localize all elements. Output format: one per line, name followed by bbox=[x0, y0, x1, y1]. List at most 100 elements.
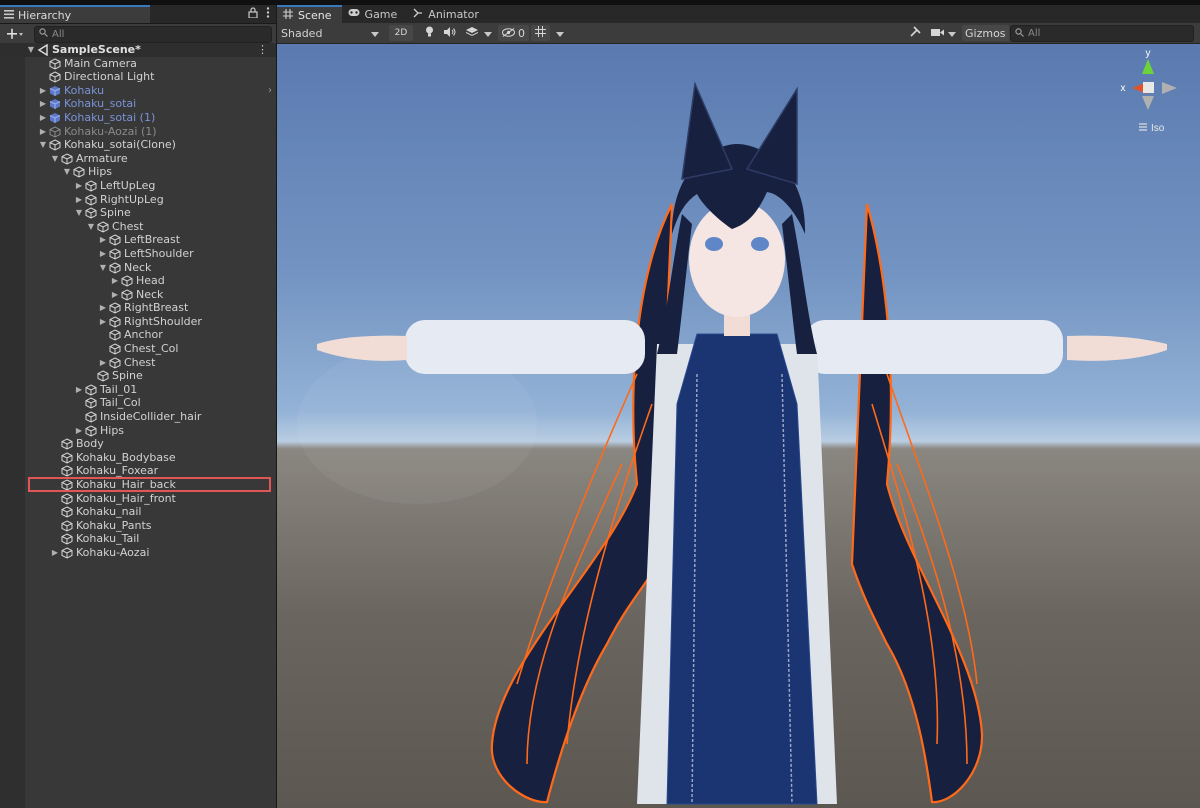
expand-arrow-closed-icon[interactable]: ▶ bbox=[98, 315, 108, 329]
expand-arrow-closed-icon[interactable]: ▶ bbox=[38, 97, 48, 111]
hierarchy-row[interactable]: ▶ Neck bbox=[0, 288, 276, 302]
tab-animator[interactable]: Animator bbox=[407, 5, 489, 23]
hierarchy-search-input[interactable]: All bbox=[34, 25, 272, 43]
hierarchy-row[interactable]: ▶ Kohaku-Aozai bbox=[0, 546, 276, 560]
hierarchy-row[interactable]: ▶ LeftBreast bbox=[0, 233, 276, 247]
audio-toggle-button[interactable] bbox=[440, 25, 460, 41]
scene-root-row[interactable]: ▼ SampleScene* ⋮ bbox=[0, 43, 276, 57]
effects-dropdown[interactable] bbox=[462, 25, 496, 41]
expand-arrow-closed-icon[interactable]: ▶ bbox=[50, 546, 60, 560]
expand-arrow-closed-icon[interactable]: ▶ bbox=[98, 247, 108, 261]
hierarchy-row[interactable]: ▶ LeftUpLeg bbox=[0, 179, 276, 193]
gameobject-cube-icon bbox=[109, 234, 121, 246]
expand-arrow-closed-icon[interactable]: ▶ bbox=[74, 424, 84, 438]
hierarchy-row[interactable]: ▶ RightShoulder bbox=[0, 315, 276, 329]
hierarchy-row[interactable]: Body bbox=[0, 437, 276, 451]
hierarchy-row[interactable]: Anchor bbox=[0, 328, 276, 342]
lighting-toggle-button[interactable] bbox=[421, 25, 438, 41]
hierarchy-row[interactable]: ▶ Hips bbox=[0, 424, 276, 438]
expand-arrow-open-icon[interactable]: ▼ bbox=[74, 206, 84, 220]
hierarchy-row[interactable]: Directional Light bbox=[0, 70, 276, 84]
2d-toggle-button[interactable]: 2D bbox=[389, 25, 413, 41]
hierarchy-row[interactable]: Kohaku_Pants bbox=[0, 519, 276, 533]
expand-arrow-closed-icon[interactable]: ▶ bbox=[98, 233, 108, 247]
hierarchy-row[interactable]: ▼ Kohaku_sotai(Clone) bbox=[0, 138, 276, 152]
hierarchy-row[interactable]: ▶ RightUpLeg bbox=[0, 193, 276, 207]
expand-arrow-open-icon[interactable]: ▼ bbox=[38, 138, 48, 152]
hierarchy-row[interactable]: ▶ Chest bbox=[0, 356, 276, 370]
hierarchy-row[interactable]: Kohaku_Hair_front bbox=[0, 492, 276, 506]
hierarchy-row[interactable]: ▶ LeftShoulder bbox=[0, 247, 276, 261]
tools-button[interactable] bbox=[906, 25, 925, 41]
grid-options-dropdown[interactable] bbox=[552, 25, 568, 41]
hierarchy-row[interactable]: ▶ Kohaku-Aozai (1) bbox=[0, 125, 276, 139]
expand-arrow-open-icon[interactable]: ▼ bbox=[98, 261, 108, 275]
add-object-button[interactable] bbox=[4, 26, 26, 42]
hierarchy-toolbar: All bbox=[0, 24, 276, 45]
lock-icon[interactable] bbox=[248, 7, 258, 21]
expand-arrow-closed-icon[interactable]: ▶ bbox=[74, 383, 84, 397]
orientation-gizmo[interactable]: y x bbox=[1121, 48, 1178, 110]
scene-menu-icon[interactable]: ⋮ bbox=[257, 43, 268, 57]
gizmo-center-cube[interactable] bbox=[1143, 82, 1154, 93]
tab-game[interactable]: Game bbox=[342, 5, 408, 23]
gizmo-axis-y-neg[interactable] bbox=[1142, 96, 1154, 110]
hierarchy-row[interactable]: ▼ Hips bbox=[0, 165, 276, 179]
expand-arrow-closed-icon[interactable]: ▶ bbox=[110, 274, 120, 288]
kebab-menu-icon[interactable] bbox=[266, 7, 270, 21]
gizmo-axis-x-neg[interactable] bbox=[1162, 82, 1177, 94]
expand-arrow-closed-icon[interactable]: ▶ bbox=[38, 84, 48, 98]
expand-arrow-open-icon[interactable]: ▼ bbox=[62, 165, 72, 179]
expand-arrow-open-icon[interactable]: ▼ bbox=[86, 220, 96, 234]
hierarchy-row[interactable]: ▼ Neck bbox=[0, 261, 276, 275]
gameobject-cube-icon bbox=[85, 397, 97, 409]
hierarchy-row[interactable]: ▶ Kohaku › bbox=[0, 84, 276, 98]
expand-arrow-closed-icon[interactable]: ▶ bbox=[38, 125, 48, 139]
hierarchy-row[interactable]: Main Camera bbox=[0, 57, 276, 71]
projection-toggle[interactable]: Iso bbox=[1139, 123, 1165, 134]
hierarchy-tab-label: Hierarchy bbox=[18, 8, 72, 22]
expand-arrow-closed-icon[interactable]: ▶ bbox=[38, 111, 48, 125]
hierarchy-row-label: Main Camera bbox=[64, 56, 137, 70]
expand-arrow-closed-icon[interactable]: ▶ bbox=[98, 356, 108, 370]
hierarchy-row[interactable]: Kohaku_nail bbox=[0, 505, 276, 519]
tab-scene[interactable]: Scene bbox=[277, 5, 342, 23]
hierarchy-row-label: Chest_Col bbox=[124, 342, 179, 356]
hierarchy-row-label: Spine bbox=[112, 369, 143, 383]
hierarchy-row[interactable]: ▼ Armature bbox=[0, 152, 276, 166]
hierarchy-row[interactable]: Kohaku_Bodybase bbox=[0, 451, 276, 465]
gizmos-dropdown[interactable]: Gizmos bbox=[962, 25, 1009, 41]
scene-viewport[interactable]: y x Iso bbox=[277, 44, 1200, 808]
hierarchy-row[interactable]: ▶ Kohaku_sotai (1) bbox=[0, 111, 276, 125]
hierarchy-row-label: Kohaku_Tail bbox=[76, 532, 140, 546]
hierarchy-row[interactable]: ▼ Spine bbox=[0, 206, 276, 220]
hidden-objects-toggle[interactable]: 0 bbox=[498, 25, 529, 41]
hierarchy-row[interactable]: InsideCollider_hair bbox=[0, 410, 276, 424]
gameobject-cube-icon bbox=[109, 302, 121, 314]
prefab-open-chevron-icon[interactable]: › bbox=[268, 84, 272, 98]
hierarchy-row[interactable]: ▶ Tail_01 bbox=[0, 383, 276, 397]
hierarchy-row[interactable]: Spine bbox=[0, 369, 276, 383]
hierarchy-row[interactable]: Kohaku_Foxear bbox=[0, 464, 276, 478]
expand-arrow-closed-icon[interactable]: ▶ bbox=[74, 179, 84, 193]
hierarchy-row[interactable]: Tail_Col bbox=[0, 396, 276, 410]
hierarchy-row[interactable]: ▶ Kohaku_sotai bbox=[0, 97, 276, 111]
grid-toggle-button[interactable] bbox=[531, 25, 550, 41]
expand-arrow-closed-icon[interactable]: ▶ bbox=[98, 301, 108, 315]
gizmo-axis-y[interactable] bbox=[1142, 59, 1154, 74]
camera-settings-dropdown[interactable] bbox=[927, 25, 960, 41]
expand-arrow-open-icon[interactable]: ▼ bbox=[26, 43, 36, 57]
draw-mode-dropdown[interactable]: Shaded bbox=[277, 25, 383, 41]
hierarchy-row[interactable]: ▶ RightBreast bbox=[0, 301, 276, 315]
expand-arrow-open-icon[interactable]: ▼ bbox=[50, 152, 60, 166]
hierarchy-row[interactable]: Kohaku_Tail bbox=[0, 532, 276, 546]
expand-arrow-closed-icon[interactable]: ▶ bbox=[74, 193, 84, 207]
scene-toolbar: Shaded 2D 0 Gizmos All bbox=[277, 23, 1200, 44]
hierarchy-row[interactable]: ▼ Chest bbox=[0, 220, 276, 234]
hierarchy-row[interactable]: ▶ Head bbox=[0, 274, 276, 288]
dropdown-arrow-icon bbox=[948, 27, 956, 40]
tab-hierarchy[interactable]: Hierarchy bbox=[0, 5, 150, 23]
scene-search-input[interactable]: All bbox=[1010, 25, 1194, 42]
hierarchy-row[interactable]: Chest_Col bbox=[0, 342, 276, 356]
expand-arrow-closed-icon[interactable]: ▶ bbox=[110, 288, 120, 302]
